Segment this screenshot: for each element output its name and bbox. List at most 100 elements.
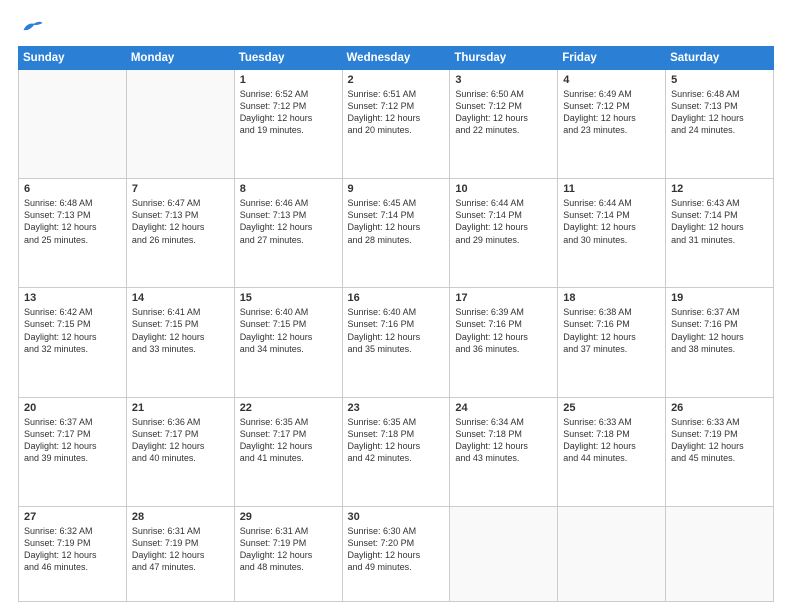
calendar-week-row: 27 Sunrise: 6:32 AMSunset: 7:19 PMDayligh… [19, 506, 774, 601]
day-number: 26 [671, 402, 768, 414]
cell-details: Sunrise: 6:40 AMSunset: 7:16 PMDaylight:… [348, 306, 445, 355]
calendar-cell: 1Sunrise: 6:52 AMSunset: 7:12 PMDaylight… [234, 70, 342, 179]
weekday-header: Monday [126, 47, 234, 70]
calendar-cell: 11Sunrise: 6:44 AMSunset: 7:14 PMDayligh… [558, 179, 666, 288]
cell-details: Sunrise: 6:48 AMSunset: 7:13 PMDaylight:… [24, 197, 121, 246]
day-number: 25 [563, 402, 660, 414]
cell-details: Sunrise: 6:46 AMSunset: 7:13 PMDaylight:… [240, 197, 337, 246]
day-number: 8 [240, 183, 337, 195]
calendar-cell: 3 Sunrise: 6:50 AMSunset: 7:12 PMDaylight… [450, 70, 558, 179]
calendar-cell: 4 Sunrise: 6:49 AMSunset: 7:12 PMDaylight… [558, 70, 666, 179]
cell-details: Sunrise: 6:49 AMSunset: 7:12 PMDaylight:… [563, 88, 660, 137]
calendar-header-row: SundayMondayTuesdayWednesdayThursdayFrid… [19, 47, 774, 70]
calendar-cell: 8 Sunrise: 6:46 AMSunset: 7:13 PMDaylight… [234, 179, 342, 288]
day-number: 12 [671, 183, 768, 195]
calendar-cell: 15 Sunrise: 6:40 AMSunset: 7:15 PMDayligh… [234, 288, 342, 397]
cell-details: Sunrise: 6:41 AMSunset: 7:15 PMDaylight:… [132, 306, 229, 355]
calendar-cell: 20 Sunrise: 6:37 AMSunset: 7:17 PMDayligh… [19, 397, 127, 506]
cell-details: Sunrise: 6:30 AMSunset: 7:20 PMDaylight:… [348, 525, 445, 574]
cell-details: Sunrise: 6:44 AMSunset: 7:14 PMDaylight:… [563, 197, 660, 246]
day-number: 19 [671, 292, 768, 304]
day-number: 22 [240, 402, 337, 414]
logo-bird-icon [22, 18, 44, 36]
calendar-cell: 9Sunrise: 6:45 AMSunset: 7:14 PMDaylight… [342, 179, 450, 288]
cell-details: Sunrise: 6:35 AMSunset: 7:17 PMDaylight:… [240, 416, 337, 465]
calendar-cell: 28 Sunrise: 6:31 AMSunset: 7:19 PMDayligh… [126, 506, 234, 601]
cell-details: Sunrise: 6:31 AMSunset: 7:19 PMDaylight:… [240, 525, 337, 574]
weekday-header: Tuesday [234, 47, 342, 70]
cell-details: Sunrise: 6:38 AMSunset: 7:16 PMDaylight:… [563, 306, 660, 355]
day-number: 14 [132, 292, 229, 304]
cell-details: Sunrise: 6:31 AMSunset: 7:19 PMDaylight:… [132, 525, 229, 574]
calendar-cell: 26 Sunrise: 6:33 AMSunset: 7:19 PMDayligh… [666, 397, 774, 506]
calendar-week-row: 13Sunrise: 6:42 AMSunset: 7:15 PMDayligh… [19, 288, 774, 397]
calendar-cell [558, 506, 666, 601]
cell-details: Sunrise: 6:33 AMSunset: 7:18 PMDaylight:… [563, 416, 660, 465]
day-number: 20 [24, 402, 121, 414]
page: SundayMondayTuesdayWednesdayThursdayFrid… [0, 0, 792, 612]
cell-details: Sunrise: 6:50 AMSunset: 7:12 PMDaylight:… [455, 88, 552, 137]
calendar-cell: 2Sunrise: 6:51 AMSunset: 7:12 PMDaylight… [342, 70, 450, 179]
day-number: 30 [348, 511, 445, 523]
cell-details: Sunrise: 6:35 AMSunset: 7:18 PMDaylight:… [348, 416, 445, 465]
calendar-cell: 29 Sunrise: 6:31 AMSunset: 7:19 PMDayligh… [234, 506, 342, 601]
calendar-cell: 27 Sunrise: 6:32 AMSunset: 7:19 PMDayligh… [19, 506, 127, 601]
header [18, 18, 774, 36]
calendar-cell: 30 Sunrise: 6:30 AMSunset: 7:20 PMDayligh… [342, 506, 450, 601]
day-number: 10 [455, 183, 552, 195]
cell-details: Sunrise: 6:34 AMSunset: 7:18 PMDaylight:… [455, 416, 552, 465]
calendar-week-row: 1Sunrise: 6:52 AMSunset: 7:12 PMDaylight… [19, 70, 774, 179]
day-number: 21 [132, 402, 229, 414]
calendar-cell: 16Sunrise: 6:40 AMSunset: 7:16 PMDayligh… [342, 288, 450, 397]
day-number: 27 [24, 511, 121, 523]
day-number: 3 [455, 74, 552, 86]
day-number: 6 [24, 183, 121, 195]
cell-details: Sunrise: 6:40 AMSunset: 7:15 PMDaylight:… [240, 306, 337, 355]
day-number: 7 [132, 183, 229, 195]
day-number: 15 [240, 292, 337, 304]
calendar-cell: 10 Sunrise: 6:44 AMSunset: 7:14 PMDayligh… [450, 179, 558, 288]
day-number: 9 [348, 183, 445, 195]
cell-details: Sunrise: 6:47 AMSunset: 7:13 PMDaylight:… [132, 197, 229, 246]
calendar-body: 1Sunrise: 6:52 AMSunset: 7:12 PMDaylight… [19, 70, 774, 602]
calendar-cell: 22 Sunrise: 6:35 AMSunset: 7:17 PMDayligh… [234, 397, 342, 506]
cell-details: Sunrise: 6:52 AMSunset: 7:12 PMDaylight:… [240, 88, 337, 137]
calendar-cell: 25 Sunrise: 6:33 AMSunset: 7:18 PMDayligh… [558, 397, 666, 506]
cell-details: Sunrise: 6:42 AMSunset: 7:15 PMDaylight:… [24, 306, 121, 355]
cell-details: Sunrise: 6:43 AMSunset: 7:14 PMDaylight:… [671, 197, 768, 246]
cell-details: Sunrise: 6:32 AMSunset: 7:19 PMDaylight:… [24, 525, 121, 574]
calendar-cell: 19Sunrise: 6:37 AMSunset: 7:16 PMDayligh… [666, 288, 774, 397]
weekday-header: Friday [558, 47, 666, 70]
cell-details: Sunrise: 6:36 AMSunset: 7:17 PMDaylight:… [132, 416, 229, 465]
calendar-cell: 18 Sunrise: 6:38 AMSunset: 7:16 PMDayligh… [558, 288, 666, 397]
weekday-header: Saturday [666, 47, 774, 70]
cell-details: Sunrise: 6:39 AMSunset: 7:16 PMDaylight:… [455, 306, 552, 355]
cell-details: Sunrise: 6:33 AMSunset: 7:19 PMDaylight:… [671, 416, 768, 465]
calendar-cell: 24 Sunrise: 6:34 AMSunset: 7:18 PMDayligh… [450, 397, 558, 506]
day-number: 18 [563, 292, 660, 304]
calendar-cell: 12 Sunrise: 6:43 AMSunset: 7:14 PMDayligh… [666, 179, 774, 288]
day-number: 17 [455, 292, 552, 304]
weekday-header: Thursday [450, 47, 558, 70]
day-number: 4 [563, 74, 660, 86]
cell-details: Sunrise: 6:37 AMSunset: 7:17 PMDaylight:… [24, 416, 121, 465]
day-number: 23 [348, 402, 445, 414]
calendar-cell: 23 Sunrise: 6:35 AMSunset: 7:18 PMDayligh… [342, 397, 450, 506]
calendar-week-row: 6 Sunrise: 6:48 AMSunset: 7:13 PMDaylight… [19, 179, 774, 288]
cell-details: Sunrise: 6:48 AMSunset: 7:13 PMDaylight:… [671, 88, 768, 137]
calendar-week-row: 20 Sunrise: 6:37 AMSunset: 7:17 PMDayligh… [19, 397, 774, 506]
calendar-cell: 21 Sunrise: 6:36 AMSunset: 7:17 PMDayligh… [126, 397, 234, 506]
calendar-cell: 17 Sunrise: 6:39 AMSunset: 7:16 PMDayligh… [450, 288, 558, 397]
calendar-cell [126, 70, 234, 179]
calendar-cell: 13Sunrise: 6:42 AMSunset: 7:15 PMDayligh… [19, 288, 127, 397]
day-number: 29 [240, 511, 337, 523]
day-number: 24 [455, 402, 552, 414]
weekday-header: Wednesday [342, 47, 450, 70]
day-number: 28 [132, 511, 229, 523]
calendar-cell [666, 506, 774, 601]
logo [18, 18, 46, 36]
calendar-cell: 14 Sunrise: 6:41 AMSunset: 7:15 PMDayligh… [126, 288, 234, 397]
calendar-cell: 6 Sunrise: 6:48 AMSunset: 7:13 PMDaylight… [19, 179, 127, 288]
calendar-cell [19, 70, 127, 179]
cell-details: Sunrise: 6:44 AMSunset: 7:14 PMDaylight:… [455, 197, 552, 246]
